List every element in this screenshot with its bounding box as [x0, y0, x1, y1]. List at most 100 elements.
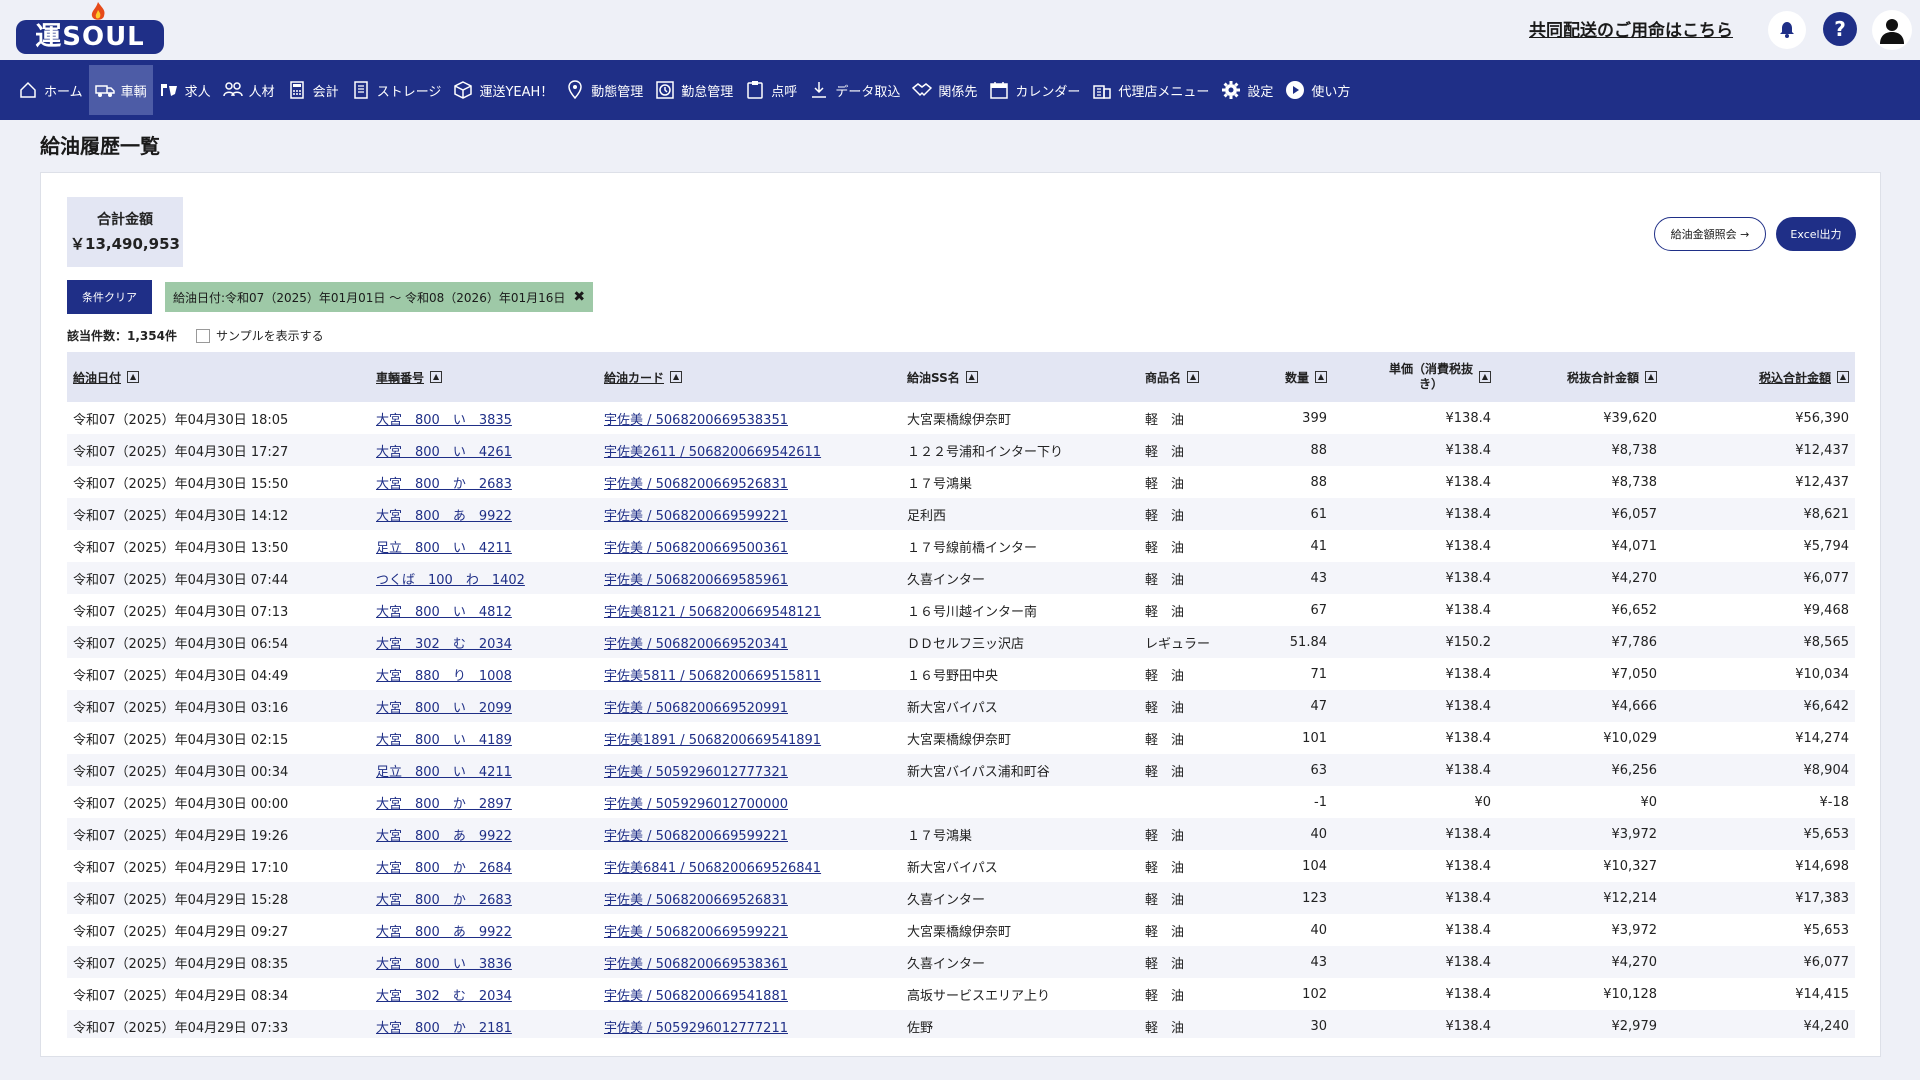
- fuel-card-link[interactable]: 宇佐美 / 5059296012700000: [604, 797, 788, 812]
- sort-icon[interactable]: ▲: [1479, 371, 1491, 383]
- vehicle-number-link[interactable]: 大宮 800 か 2897: [376, 797, 512, 812]
- table-cell[interactable]: 大宮 800 あ 9922: [370, 498, 598, 530]
- nav-item-building[interactable]: 代理店メニュー: [1086, 65, 1215, 115]
- table-cell[interactable]: 宇佐美 / 5068200669500361: [598, 530, 901, 562]
- table-cell[interactable]: 大宮 800 あ 9922: [370, 818, 598, 850]
- fuel-card-link[interactable]: 宇佐美 / 5059296012777321: [604, 765, 788, 780]
- table-cell[interactable]: 宇佐美 / 5068200669599221: [598, 818, 901, 850]
- column-header[interactable]: 税込合計金額 ▲: [1663, 352, 1855, 402]
- table-cell[interactable]: 大宮 800 か 2897: [370, 786, 598, 818]
- table-cell[interactable]: 宇佐美 / 5059296012777211: [598, 1010, 901, 1038]
- table-cell[interactable]: 大宮 800 い 4812: [370, 594, 598, 626]
- nav-item-box[interactable]: 運送YEAH！: [447, 65, 559, 115]
- column-header[interactable]: 商品名 ▲: [1139, 352, 1249, 402]
- sample-checkbox[interactable]: [196, 328, 210, 343]
- vehicle-number-link[interactable]: 大宮 302 む 2034: [376, 637, 512, 652]
- help-button[interactable]: ?: [1823, 12, 1857, 46]
- sort-icon[interactable]: ▲: [1315, 371, 1327, 383]
- column-header[interactable]: 給油SS名 ▲: [901, 352, 1139, 402]
- vehicle-number-link[interactable]: 大宮 800 い 3835: [376, 413, 512, 428]
- table-cell[interactable]: 大宮 302 む 2034: [370, 626, 598, 658]
- fuel-card-link[interactable]: 宇佐美 / 5068200669526831: [604, 893, 788, 908]
- table-cell[interactable]: 宇佐美 / 5068200669585961: [598, 562, 901, 594]
- sort-icon[interactable]: ▲: [1837, 371, 1849, 383]
- nav-item-clipboard[interactable]: 点呼: [739, 65, 803, 115]
- table-cell[interactable]: 宇佐美1891 / 5068200669541891: [598, 722, 901, 754]
- fuel-card-link[interactable]: 宇佐美 / 5068200669538361: [604, 957, 788, 972]
- table-cell[interactable]: 宇佐美 / 5068200669599221: [598, 498, 901, 530]
- table-cell[interactable]: 大宮 800 か 2684: [370, 850, 598, 882]
- vehicle-number-link[interactable]: 大宮 302 む 2034: [376, 989, 512, 1004]
- excel-export-button[interactable]: Excel出力: [1776, 217, 1856, 251]
- nav-item-download[interactable]: データ取込: [803, 65, 906, 115]
- table-cell[interactable]: 宇佐美 / 5059296012700000: [598, 786, 901, 818]
- vehicle-number-link[interactable]: 大宮 800 い 4189: [376, 733, 512, 748]
- nav-item-gear[interactable]: 設定: [1215, 65, 1279, 115]
- table-cell[interactable]: 大宮 800 か 2181: [370, 1010, 598, 1038]
- column-header[interactable]: 単価（消費税抜き） ▲: [1333, 352, 1497, 402]
- table-cell[interactable]: 大宮 880 り 1008: [370, 658, 598, 690]
- vehicle-number-link[interactable]: 大宮 800 か 2683: [376, 477, 512, 492]
- app-logo[interactable]: 運SOUL: [16, 2, 164, 56]
- table-cell[interactable]: 宇佐美 / 5068200669599221: [598, 914, 901, 946]
- table-cell[interactable]: 宇佐美 / 5068200669538361: [598, 946, 901, 978]
- sort-icon[interactable]: ▲: [1187, 371, 1200, 383]
- table-cell[interactable]: 足立 800 い 4211: [370, 530, 598, 562]
- column-header[interactable]: 給油日付 ▲: [67, 352, 370, 402]
- table-cell[interactable]: 宇佐美5811 / 5068200669515811: [598, 658, 901, 690]
- vehicle-number-link[interactable]: 足立 800 い 4211: [376, 541, 512, 556]
- sample-toggle[interactable]: サンプルを表示する: [196, 327, 324, 344]
- table-cell[interactable]: 宇佐美2611 / 5068200669542611: [598, 434, 901, 466]
- table-cell[interactable]: 宇佐美 / 5068200669526831: [598, 882, 901, 914]
- fuel-inquiry-button[interactable]: 給油金額照会 →: [1654, 217, 1766, 251]
- nav-item-people[interactable]: 人材: [217, 65, 281, 115]
- table-cell[interactable]: 大宮 800 い 2099: [370, 690, 598, 722]
- fuel-card-link[interactable]: 宇佐美8121 / 5068200669548121: [604, 605, 821, 620]
- fuel-card-link[interactable]: 宇佐美 / 5068200669599221: [604, 925, 788, 940]
- nav-item-document[interactable]: ストレージ: [345, 65, 448, 115]
- nav-item-location-pin[interactable]: 動態管理: [559, 65, 649, 115]
- fuel-card-link[interactable]: 宇佐美 / 5068200669541881: [604, 989, 788, 1004]
- vehicle-number-link[interactable]: 大宮 800 か 2684: [376, 861, 512, 876]
- table-cell[interactable]: 宇佐美 / 5068200669538351: [598, 402, 901, 434]
- fuel-card-link[interactable]: 宇佐美 / 5059296012777211: [604, 1021, 788, 1036]
- table-cell[interactable]: 宇佐美 / 5068200669520991: [598, 690, 901, 722]
- table-cell[interactable]: 大宮 800 い 4189: [370, 722, 598, 754]
- fuel-card-link[interactable]: 宇佐美 / 5068200669585961: [604, 573, 788, 588]
- sort-icon[interactable]: ▲: [430, 371, 443, 383]
- table-cell[interactable]: 宇佐美 / 5059296012777321: [598, 754, 901, 786]
- table-cell[interactable]: 大宮 302 む 2034: [370, 978, 598, 1010]
- vehicle-number-link[interactable]: 大宮 880 り 1008: [376, 669, 512, 684]
- fuel-card-link[interactable]: 宇佐美 / 5068200669538351: [604, 413, 788, 428]
- nav-item-play[interactable]: 使い方: [1279, 65, 1356, 115]
- fuel-card-link[interactable]: 宇佐美 / 5068200669599221: [604, 509, 788, 524]
- nav-item-calendar[interactable]: カレンダー: [983, 65, 1086, 115]
- table-cell[interactable]: 宇佐美 / 5068200669541881: [598, 978, 901, 1010]
- table-cell[interactable]: 大宮 800 い 3835: [370, 402, 598, 434]
- close-icon[interactable]: ✖: [573, 289, 585, 305]
- vehicle-number-link[interactable]: 大宮 800 か 2683: [376, 893, 512, 908]
- nav-item-job[interactable]: 求人: [153, 65, 217, 115]
- nav-item-home[interactable]: ホーム: [12, 65, 89, 115]
- table-cell[interactable]: 宇佐美 / 5068200669526831: [598, 466, 901, 498]
- fuel-card-link[interactable]: 宇佐美6841 / 5068200669526841: [604, 861, 821, 876]
- column-header[interactable]: 数量 ▲: [1249, 352, 1333, 402]
- column-header[interactable]: 給油カード ▲: [598, 352, 901, 402]
- notification-button[interactable]: [1768, 11, 1806, 49]
- fuel-card-link[interactable]: 宇佐美 / 5068200669599221: [604, 829, 788, 844]
- fuel-card-link[interactable]: 宇佐美1891 / 5068200669541891: [604, 733, 821, 748]
- vehicle-number-link[interactable]: 大宮 800 あ 9922: [376, 509, 512, 524]
- fuel-card-link[interactable]: 宇佐美 / 5068200669520991: [604, 701, 788, 716]
- vehicle-number-link[interactable]: 足立 800 い 4211: [376, 765, 512, 780]
- table-cell[interactable]: 宇佐美6841 / 5068200669526841: [598, 850, 901, 882]
- nav-item-clock[interactable]: 勤怠管理: [649, 65, 739, 115]
- table-cell[interactable]: 足立 800 い 4211: [370, 754, 598, 786]
- user-menu-button[interactable]: [1872, 10, 1912, 50]
- sort-icon[interactable]: ▲: [670, 371, 683, 383]
- table-cell[interactable]: 宇佐美8121 / 5068200669548121: [598, 594, 901, 626]
- vehicle-number-link[interactable]: 大宮 800 い 4812: [376, 605, 512, 620]
- nav-item-handshake[interactable]: 関係先: [906, 65, 983, 115]
- clear-conditions-button[interactable]: 条件クリア: [67, 280, 152, 314]
- vehicle-number-link[interactable]: 大宮 800 い 4261: [376, 445, 512, 460]
- table-cell[interactable]: 宇佐美 / 5068200669520341: [598, 626, 901, 658]
